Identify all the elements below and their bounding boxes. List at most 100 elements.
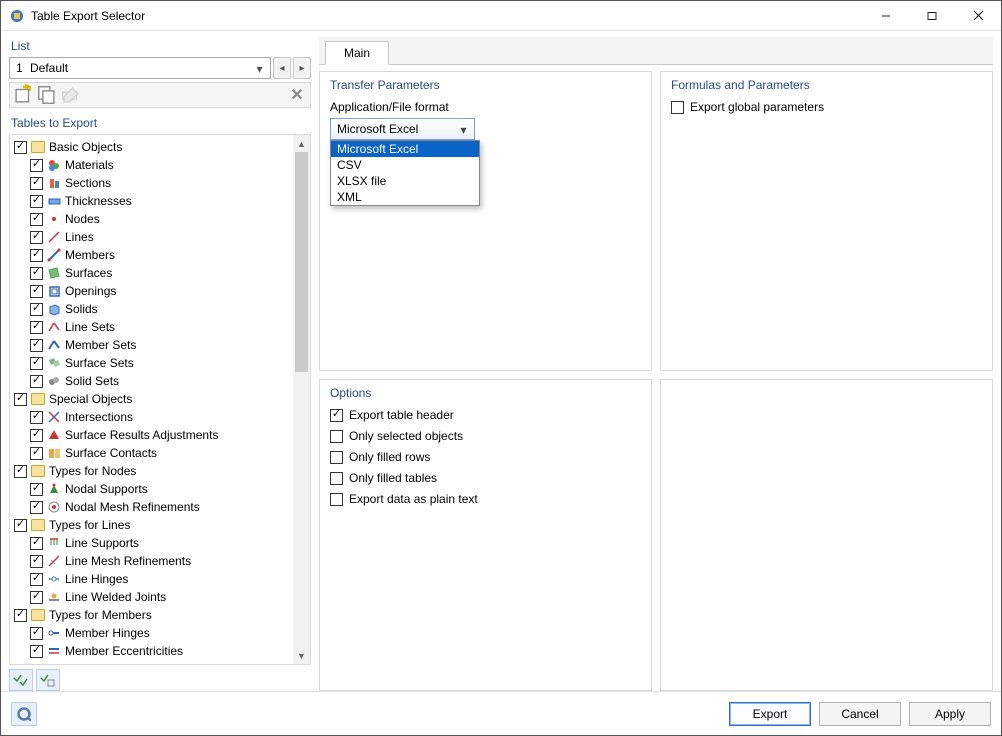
dropdown-option[interactable]: CSV [331, 157, 479, 173]
tree-item-label: Sections [65, 176, 111, 190]
option-checkbox[interactable] [330, 472, 343, 485]
tree-scrollbar[interactable]: ▲ ▼ [293, 135, 310, 664]
tree-item[interactable]: Materials [12, 156, 291, 174]
tree-checkbox[interactable] [30, 231, 43, 244]
select-all-button[interactable] [9, 669, 33, 691]
export-button[interactable]: Export [729, 702, 811, 726]
empty-group [660, 379, 993, 691]
cancel-button[interactable]: Cancel [819, 702, 901, 726]
tree-checkbox[interactable] [30, 375, 43, 388]
scroll-thumb[interactable] [295, 152, 308, 372]
tree-checkbox[interactable] [30, 627, 43, 640]
tree-item[interactable]: Intersections [12, 408, 291, 426]
tree-item[interactable]: Line Welded Joints [12, 588, 291, 606]
tree-item[interactable]: Nodal Supports [12, 480, 291, 498]
tree-checkbox[interactable] [30, 357, 43, 370]
option-checkbox[interactable] [330, 430, 343, 443]
tree-item-label: Nodal Mesh Refinements [65, 500, 200, 514]
tree-item[interactable]: Surface Results Adjustments [12, 426, 291, 444]
tree-item[interactable]: Line Hinges [12, 570, 291, 588]
transfer-parameters-group: Transfer Parameters Application/File for… [319, 71, 652, 371]
tree-checkbox[interactable] [30, 591, 43, 604]
tree-item[interactable]: Thicknesses [12, 192, 291, 210]
tree-checkbox[interactable] [14, 393, 27, 406]
export-globals-label: Export global parameters [690, 100, 824, 114]
tree-item[interactable]: Surfaces [12, 264, 291, 282]
tree-checkbox[interactable] [30, 267, 43, 280]
tree-checkbox[interactable] [30, 537, 43, 550]
tree-item[interactable]: Member Hinges [12, 624, 291, 642]
delete-list-button[interactable]: ✕ [286, 85, 308, 105]
tree-checkbox[interactable] [14, 465, 27, 478]
scroll-up-icon[interactable]: ▲ [293, 135, 310, 152]
tree-group[interactable]: Types for Lines [12, 516, 291, 534]
tree-checkbox[interactable] [14, 519, 27, 532]
tree-checkbox[interactable] [30, 249, 43, 262]
tree-checkbox[interactable] [30, 429, 43, 442]
dropdown-option[interactable]: XML [331, 189, 479, 205]
tree-item[interactable]: Member Eccentricities [12, 642, 291, 660]
tree-checkbox[interactable] [30, 213, 43, 226]
tree-item[interactable]: Solids [12, 300, 291, 318]
tree-item[interactable]: Line Sets [12, 318, 291, 336]
tree-item-label: Nodal Supports [65, 482, 148, 496]
tree-checkbox[interactable] [30, 339, 43, 352]
tree-checkbox[interactable] [30, 447, 43, 460]
tree-item[interactable]: Lines [12, 228, 291, 246]
maximize-button[interactable] [909, 1, 955, 30]
list-section-label: List [11, 39, 311, 53]
tree-item[interactable]: Solid Sets [12, 372, 291, 390]
tree-checkbox[interactable] [30, 177, 43, 190]
tree-item[interactable]: Openings [12, 282, 291, 300]
dropdown-option[interactable]: Microsoft Excel [331, 141, 479, 157]
tree-checkbox[interactable] [14, 141, 27, 154]
tree-checkbox[interactable] [30, 645, 43, 658]
tree-group[interactable]: Special Objects [12, 390, 291, 408]
option-checkbox[interactable] [330, 451, 343, 464]
list-prev-button[interactable]: ◂ [273, 57, 291, 79]
tree-item-label: Openings [65, 284, 116, 298]
minimize-button[interactable] [863, 1, 909, 30]
option-row: Only selected objects [330, 429, 641, 443]
tree-item[interactable]: Surface Sets [12, 354, 291, 372]
dropdown-option[interactable]: XLSX file [331, 173, 479, 189]
tree-group[interactable]: Basic Objects [12, 138, 291, 156]
lineset-icon [47, 320, 61, 334]
tree-checkbox[interactable] [30, 555, 43, 568]
tree-checkbox[interactable] [30, 159, 43, 172]
tree-checkbox[interactable] [30, 573, 43, 586]
tree-item[interactable]: Line Supports [12, 534, 291, 552]
tree-checkbox[interactable] [30, 321, 43, 334]
new-list-button[interactable] [12, 85, 34, 105]
tree-checkbox[interactable] [14, 609, 27, 622]
tab-main[interactable]: Main [325, 41, 389, 65]
list-next-button[interactable]: ▸ [293, 57, 311, 79]
tree-item[interactable]: Nodes [12, 210, 291, 228]
list-select[interactable]: 1 Default ▾ [9, 57, 271, 79]
scroll-down-icon[interactable]: ▼ [293, 647, 310, 664]
export-globals-checkbox[interactable] [671, 101, 684, 114]
copy-list-button[interactable] [36, 85, 58, 105]
tree-checkbox[interactable] [30, 195, 43, 208]
tree-item[interactable]: Sections [12, 174, 291, 192]
help-button[interactable] [11, 702, 37, 726]
tree-item[interactable]: Line Mesh Refinements [12, 552, 291, 570]
option-checkbox[interactable] [330, 493, 343, 506]
deselect-all-button[interactable] [36, 669, 60, 691]
option-checkbox[interactable] [330, 409, 343, 422]
tree-checkbox[interactable] [30, 483, 43, 496]
tree-item[interactable]: Nodal Mesh Refinements [12, 498, 291, 516]
tree-item[interactable]: Surface Contacts [12, 444, 291, 462]
tree-group[interactable]: Types for Members [12, 606, 291, 624]
tree-checkbox[interactable] [30, 285, 43, 298]
rename-list-button[interactable] [60, 85, 82, 105]
tree-checkbox[interactable] [30, 303, 43, 316]
apply-button[interactable]: Apply [909, 702, 991, 726]
tree-checkbox[interactable] [30, 501, 43, 514]
tree-group[interactable]: Types for Nodes [12, 462, 291, 480]
tree-item[interactable]: Members [12, 246, 291, 264]
close-button[interactable] [955, 1, 1001, 30]
tree-checkbox[interactable] [30, 411, 43, 424]
tree-item[interactable]: Member Sets [12, 336, 291, 354]
file-format-combo[interactable]: Microsoft Excel ▾ Microsoft ExcelCSVXLSX… [330, 118, 475, 140]
